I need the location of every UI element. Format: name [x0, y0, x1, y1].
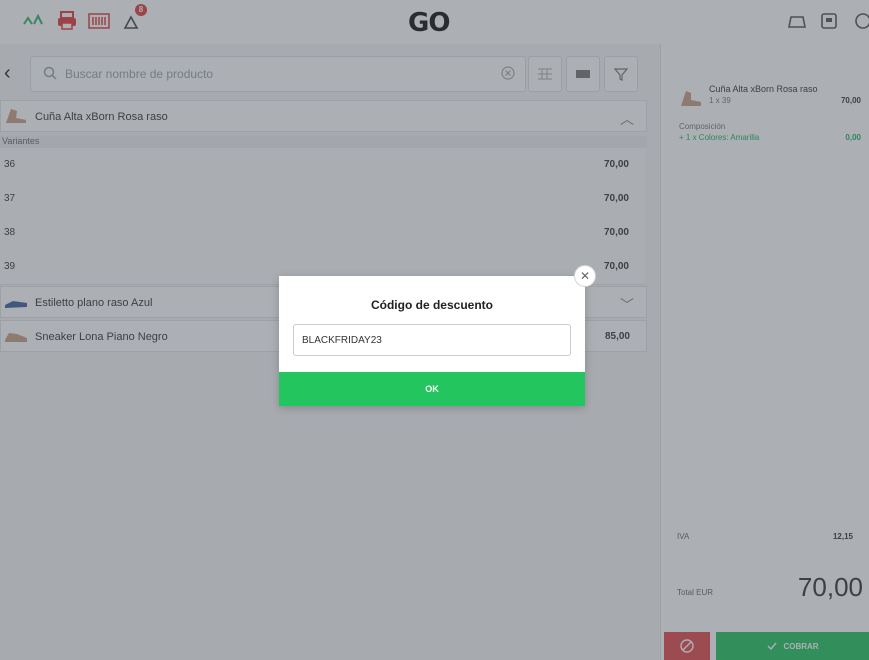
ok-button[interactable]: OK — [279, 372, 585, 406]
discount-code-input[interactable] — [293, 324, 571, 356]
dialog-title: Código de descuento — [370, 298, 493, 312]
close-icon[interactable]: ✕ — [574, 265, 596, 287]
discount-code-dialog: Código de descuento OK — [279, 276, 585, 406]
